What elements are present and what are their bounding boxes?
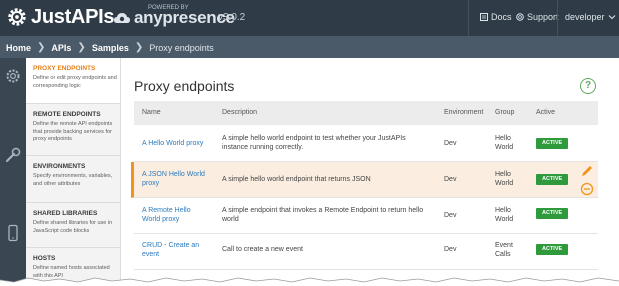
column-header-group: Group xyxy=(495,109,515,116)
anypresence-logo: anypresence xyxy=(114,9,235,27)
active-badge[interactable]: ACTIVE xyxy=(536,244,569,255)
chevron-right-icon: ❯ xyxy=(37,42,46,53)
breadcrumb-current: Proxy endpoints xyxy=(149,42,214,53)
edit-pencil-icon[interactable] xyxy=(580,165,594,178)
endpoint-group: Hello World xyxy=(495,171,514,187)
chevron-down-icon xyxy=(608,15,615,20)
active-badge[interactable]: ACTIVE xyxy=(536,208,569,219)
nav-item-remote-endpoints[interactable]: REMOTE ENDPOINTS Define the remote API e… xyxy=(26,104,120,156)
section-nav: PROXY ENDPOINTS Define or edit proxy end… xyxy=(26,58,121,286)
justapis-gear-logo-icon xyxy=(8,8,26,26)
endpoint-environment: Dev xyxy=(444,176,457,183)
column-header-description: Description xyxy=(222,109,258,116)
endpoint-name-link[interactable]: A Hello World proxy xyxy=(142,139,218,148)
active-badge[interactable]: ACTIVE xyxy=(536,174,569,185)
breadcrumb-bar: Home ❯ APIs ❯ Samples ❯ Proxy endpoints xyxy=(0,36,619,58)
divider xyxy=(468,0,469,36)
endpoint-description: Call to create a new event xyxy=(222,246,303,253)
endpoint-environment: Dev xyxy=(444,212,457,219)
nav-item-shared-libraries[interactable]: SHARED LIBRARIES Define shared libraries… xyxy=(26,203,120,248)
nav-item-description: Define shared libraries for use in JavaS… xyxy=(33,220,113,234)
wrench-icon[interactable] xyxy=(4,146,22,164)
help-icon[interactable]: ? xyxy=(580,78,596,94)
justapis-logo[interactable]: JustAPIs xyxy=(6,6,114,28)
endpoint-group: Event Calls xyxy=(495,242,513,258)
active-badge[interactable]: ACTIVE xyxy=(536,138,569,149)
support-link[interactable]: Support xyxy=(516,12,559,22)
nav-item-description: Specify environments, variables, and oth… xyxy=(33,173,113,187)
endpoint-description: A simple hello world endpoint to test wh… xyxy=(222,135,406,151)
table-header: Name Description Environment Group Activ… xyxy=(134,101,598,125)
endpoint-description: A simple hello world endpoint that retur… xyxy=(222,176,371,183)
column-header-name: Name xyxy=(142,109,161,116)
chevron-right-icon: ❯ xyxy=(77,42,86,53)
brand-name: JustAPIs xyxy=(31,6,115,28)
nav-item-title: HOSTS xyxy=(33,255,56,262)
nav-item-title: SHARED LIBRARIES xyxy=(33,210,98,217)
powered-by-label: POWERED BY xyxy=(148,5,189,11)
nav-item-environments[interactable]: ENVIRONMENTS Specify environments, varia… xyxy=(26,156,120,203)
docs-icon xyxy=(480,13,488,21)
endpoint-group: Hello World xyxy=(495,207,514,223)
nav-item-title: ENVIRONMENTS xyxy=(33,163,86,170)
endpoint-group: Hello World xyxy=(495,135,514,151)
anypresence-cloud-icon xyxy=(114,13,130,23)
nav-item-title: REMOTE ENDPOINTS xyxy=(33,111,101,118)
top-bar: JustAPIs anypresence POWERED BY v3.0.2 D… xyxy=(0,0,619,36)
docs-link[interactable]: Docs xyxy=(480,12,512,22)
endpoint-description: A simple endpoint that invokes a Remote … xyxy=(222,207,424,223)
page-title: Proxy endpoints xyxy=(134,78,235,94)
nav-item-description: Define named hosts associated with this … xyxy=(33,265,110,279)
table-row[interactable]: A JSON Hello World proxy A simple hello … xyxy=(131,162,598,198)
endpoint-name-link[interactable]: A JSON Hello World proxy xyxy=(142,170,222,188)
column-header-environment: Environment xyxy=(444,109,484,116)
breadcrumb: Home ❯ APIs ❯ Samples ❯ Proxy endpoints xyxy=(6,42,214,53)
nav-item-hosts[interactable]: HOSTS Define named hosts associated with… xyxy=(26,248,120,286)
nav-item-proxy-endpoints[interactable]: PROXY ENDPOINTS Define or edit proxy end… xyxy=(26,58,120,104)
gear-icon[interactable] xyxy=(4,67,22,85)
user-menu[interactable]: developer xyxy=(565,12,616,22)
chevron-right-icon: ❯ xyxy=(134,42,144,53)
row-actions xyxy=(580,165,594,196)
table-row[interactable]: A Remote Hello World proxy A simple endp… xyxy=(134,198,598,234)
endpoint-name-link[interactable]: CRUD - Create an event xyxy=(142,241,208,259)
nav-item-description: Define the remote API endpoints that pro… xyxy=(33,121,113,142)
table-row[interactable]: CRUD - Create an event Call to create a … xyxy=(134,234,598,270)
main-content: Proxy endpoints ? Name Description Envir… xyxy=(121,58,619,286)
breadcrumb-home[interactable]: Home xyxy=(6,43,31,53)
endpoint-name-link[interactable]: A Remote Hello World proxy xyxy=(142,206,204,224)
section-icon-rail xyxy=(0,58,26,286)
breadcrumb-samples[interactable]: Samples xyxy=(92,43,129,53)
divider xyxy=(557,0,558,36)
breadcrumb-apis[interactable]: APIs xyxy=(51,43,71,53)
nav-item-title: PROXY ENDPOINTS xyxy=(33,65,96,72)
docs-label: Docs xyxy=(491,12,512,22)
version-label: v3.0.2 xyxy=(218,12,246,23)
support-icon xyxy=(516,13,524,21)
endpoint-environment: Dev xyxy=(444,246,457,253)
nav-item-description: Define or edit proxy endpoints and corre… xyxy=(33,75,117,89)
remove-icon[interactable] xyxy=(580,182,594,196)
column-header-active: Active xyxy=(536,109,556,116)
table-row[interactable]: A Hello World proxy A simple hello world… xyxy=(134,126,598,162)
mobile-icon[interactable] xyxy=(4,224,22,242)
user-name: developer xyxy=(565,12,605,22)
support-label: Support xyxy=(527,12,559,22)
endpoint-environment: Dev xyxy=(444,140,457,147)
